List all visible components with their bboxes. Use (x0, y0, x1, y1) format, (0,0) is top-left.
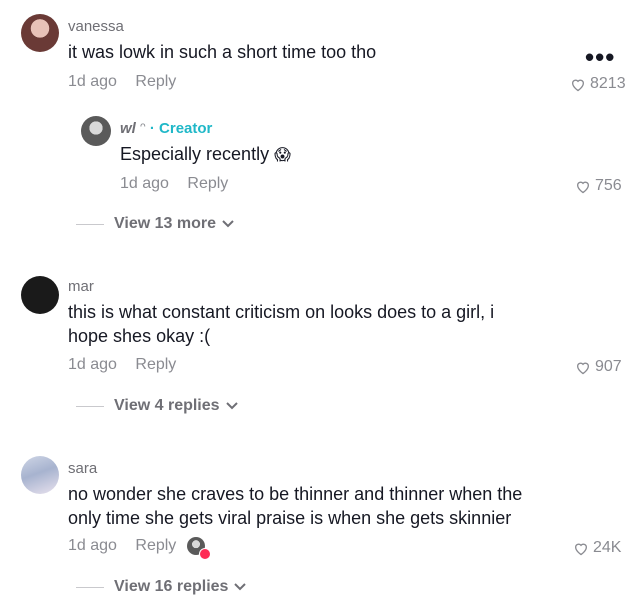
like-button[interactable]: 8213 (570, 75, 626, 93)
comment-text: it was lowk in such a short time too tho (68, 42, 377, 62)
comment-username[interactable]: vanessa (68, 18, 124, 35)
reply-button[interactable]: Reply (187, 175, 228, 192)
chevron-down-icon (225, 402, 238, 410)
comment-timestamp: 1d ago (68, 537, 117, 554)
like-count: 8213 (590, 75, 626, 92)
view-more-replies[interactable]: View 13 more (76, 215, 234, 233)
reply-button[interactable]: Reply (135, 73, 176, 90)
view-more-replies[interactable]: View 16 replies (76, 578, 247, 596)
creator-liked-heart-icon (199, 548, 211, 560)
reply-text: Especially recently (120, 144, 270, 164)
like-button[interactable]: 907 (575, 358, 622, 376)
heart-outline-icon (576, 181, 590, 193)
heart-outline-icon (576, 362, 590, 374)
username-glyph-icon: ᵔ (140, 120, 146, 137)
divider-line (76, 223, 104, 225)
like-count: 24K (593, 539, 622, 556)
comment-text-line1: no wonder she craves to be thinner and t… (68, 484, 523, 504)
reply-username[interactable]: wl (120, 120, 136, 137)
comment-meta: 1d ago Reply (68, 356, 176, 374)
view-more-replies[interactable]: View 4 replies (76, 397, 238, 415)
like-count: 756 (595, 177, 622, 194)
comment-timestamp: 1d ago (68, 73, 117, 90)
heart-outline-icon (574, 543, 588, 555)
comment-username[interactable]: mar (68, 278, 94, 295)
comment-meta: 1d ago Reply (68, 73, 176, 91)
reply-button[interactable]: Reply (135, 356, 176, 373)
avatar-mar[interactable] (21, 276, 59, 314)
avatar-vanessa[interactable] (21, 14, 59, 52)
comment-text-line2: only time she gets viral praise is when … (68, 508, 512, 528)
like-button[interactable]: 24K (573, 539, 621, 557)
avatar-sara[interactable] (21, 456, 59, 494)
creator-badge: · Creator (149, 120, 213, 137)
view-more-label: View 13 more (114, 215, 216, 232)
comment-text-line1: this is what constant criticism on looks… (68, 302, 495, 322)
more-options-icon[interactable]: ••• (585, 42, 615, 73)
reply-button[interactable]: Reply (135, 537, 176, 554)
divider-line (76, 586, 104, 588)
reply-meta: 1d ago Reply (120, 175, 228, 193)
comment-timestamp: 1d ago (68, 356, 117, 373)
view-more-label: View 16 replies (114, 578, 229, 595)
divider-line (76, 405, 104, 407)
like-count: 907 (595, 358, 622, 375)
heart-outline-icon (571, 79, 585, 91)
comment-username[interactable]: sara (68, 460, 97, 477)
like-button[interactable]: 756 (575, 177, 622, 195)
screaming-emoji-icon: 😱 (274, 147, 291, 164)
reply-timestamp: 1d ago (120, 175, 169, 192)
chevron-down-icon (234, 583, 247, 591)
view-more-label: View 4 replies (114, 397, 220, 414)
comment-meta: 1d ago Reply (68, 537, 176, 555)
comment-text-line2: hope shes okay :( (68, 326, 211, 346)
reply-username-row: wl ᵔ · Creator (120, 120, 212, 137)
reply-text-row: Especially recently 😱 (120, 142, 291, 168)
avatar-creator[interactable] (81, 116, 111, 146)
chevron-down-icon (222, 220, 234, 228)
